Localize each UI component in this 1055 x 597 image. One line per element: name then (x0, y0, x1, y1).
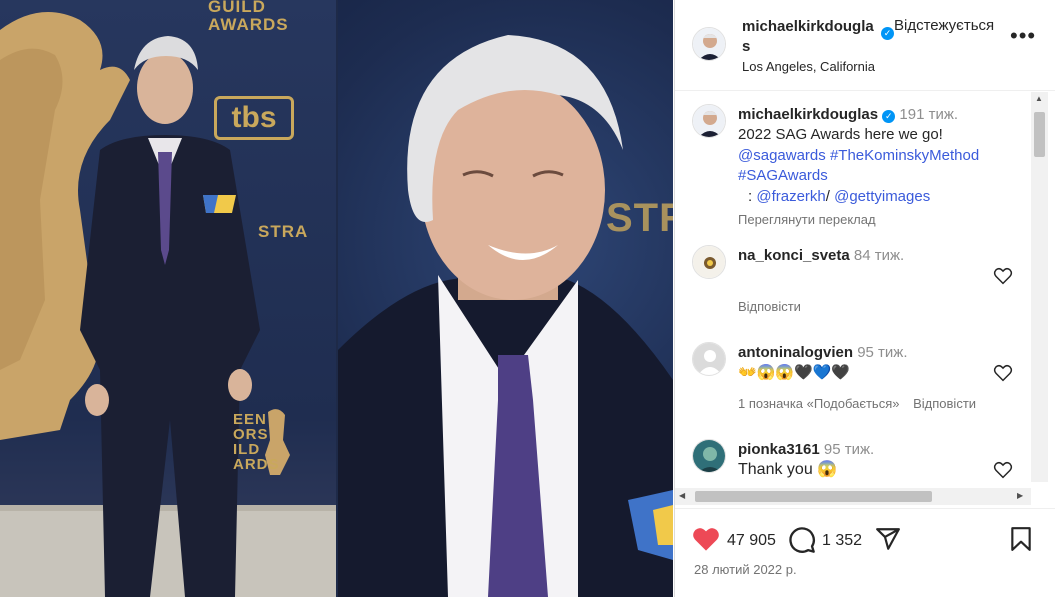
photo-close-up: STRA (338, 0, 673, 597)
post-location[interactable]: Los Angeles, California (742, 59, 875, 74)
scroll-up-arrow-icon[interactable]: ▲ (1035, 94, 1043, 103)
horizontal-scrollbar[interactable]: ◀ ▶ (675, 488, 1031, 505)
comment-text: Thank you 😱 (738, 461, 838, 478)
sag-awards-sign-top: GUILD AWARDS (208, 0, 289, 34)
sag-sign-stra-right: STRA (606, 196, 673, 240)
caption-credit-separator: / (825, 188, 830, 205)
commenter-username[interactable]: pionka3161 (738, 441, 820, 458)
commenter-username[interactable]: na_konci_sveta (738, 247, 850, 264)
scroll-right-arrow-icon[interactable]: ▶ (1017, 491, 1023, 500)
save-bookmark-icon[interactable] (1009, 526, 1033, 552)
commenter-avatar[interactable] (692, 342, 726, 376)
author-username[interactable]: michaelkirkdouglas (742, 17, 875, 57)
reply-link[interactable]: Відповісти (738, 297, 801, 317)
sag-awards-sign-bottom: EEN ORS ILD ARDS (233, 411, 280, 473)
vertical-scrollbar[interactable]: ▲ (1031, 92, 1048, 482)
commenter-avatar[interactable] (692, 245, 726, 279)
photo-full-body: GUILD AWARDS tbs STRA EEN ORS ILD ARDS (0, 0, 336, 597)
reply-link[interactable]: Відповісти (903, 396, 976, 411)
comment-like-heart-icon[interactable] (993, 461, 1013, 479)
comment-time[interactable]: 84 тиж. (854, 247, 904, 264)
close-up-portrait-graphic (338, 35, 673, 597)
verified-badge-icon: ✓ (881, 27, 894, 40)
sag-statue-graphic (0, 12, 336, 597)
like-heart-icon[interactable] (692, 526, 720, 552)
sag-sign-stra: STRA (258, 222, 309, 241)
more-options-icon[interactable]: ••• (1010, 25, 1036, 47)
caption-author-avatar[interactable] (692, 104, 726, 138)
tbs-logo: tbs (214, 96, 294, 140)
caption-hashtag-sagawards[interactable]: #SAGAwards (738, 167, 828, 184)
caption-hashtag-kominsky[interactable]: #TheKominskyMethod (830, 147, 979, 164)
post-actions: 47 905 1 352 28 лютий 2022 р. (675, 508, 1055, 597)
comment-time[interactable]: 95 тиж. (824, 441, 874, 458)
comment-bubble-icon[interactable] (788, 526, 816, 554)
comment-like-heart-icon[interactable] (993, 267, 1013, 285)
author-avatar[interactable] (692, 27, 726, 61)
see-translation-link[interactable]: Переглянути переклад (738, 210, 876, 230)
comment-likes-count[interactable]: 1 позначка «Подобається» (738, 396, 899, 411)
commenter-username[interactable]: antoninalogvien (738, 344, 853, 361)
following-button[interactable]: Відстежується (894, 17, 994, 34)
comment-like-heart-icon[interactable] (993, 364, 1013, 382)
scroll-left-arrow-icon[interactable]: ◀ (679, 491, 685, 500)
comment-text: 👐😱😱🖤💙🖤 (738, 364, 851, 381)
post-media[interactable]: GUILD AWARDS tbs STRA EEN ORS ILD ARDS S… (0, 0, 673, 597)
caption-credit-prefix: : (748, 188, 753, 205)
share-paper-plane-icon[interactable] (875, 526, 901, 552)
post-sidebar: michaelkirkdouglas ✓ Відстежується ••• L… (674, 0, 1055, 597)
comments-scroll-area[interactable]: michaelkirkdouglas ✓ 191 тиж. 2022 SAG A… (675, 92, 1055, 488)
caption-username[interactable]: michaelkirkdouglas (738, 106, 878, 123)
likes-count[interactable]: 47 905 (727, 532, 776, 550)
caption-text: 2022 SAG Awards here we go! (738, 126, 943, 143)
caption-mention-sagawards[interactable]: @sagawards (738, 147, 826, 164)
comment-time[interactable]: 95 тиж. (857, 344, 907, 361)
vertical-scrollbar-thumb[interactable] (1034, 112, 1045, 157)
horizontal-scrollbar-thumb[interactable] (695, 491, 932, 502)
caption-mention-gettyimages[interactable]: @gettyimages (834, 188, 930, 205)
comments-count[interactable]: 1 352 (822, 532, 862, 550)
caption-mention-frazerkh[interactable]: @frazerkh (756, 188, 825, 205)
post-date[interactable]: 28 лютий 2022 р. (694, 562, 797, 577)
caption-time[interactable]: 191 тиж. (899, 106, 958, 123)
caption-verified-badge-icon: ✓ (882, 110, 896, 123)
post-header: michaelkirkdouglas ✓ Відстежується ••• L… (675, 0, 1055, 91)
commenter-avatar[interactable] (692, 439, 726, 473)
